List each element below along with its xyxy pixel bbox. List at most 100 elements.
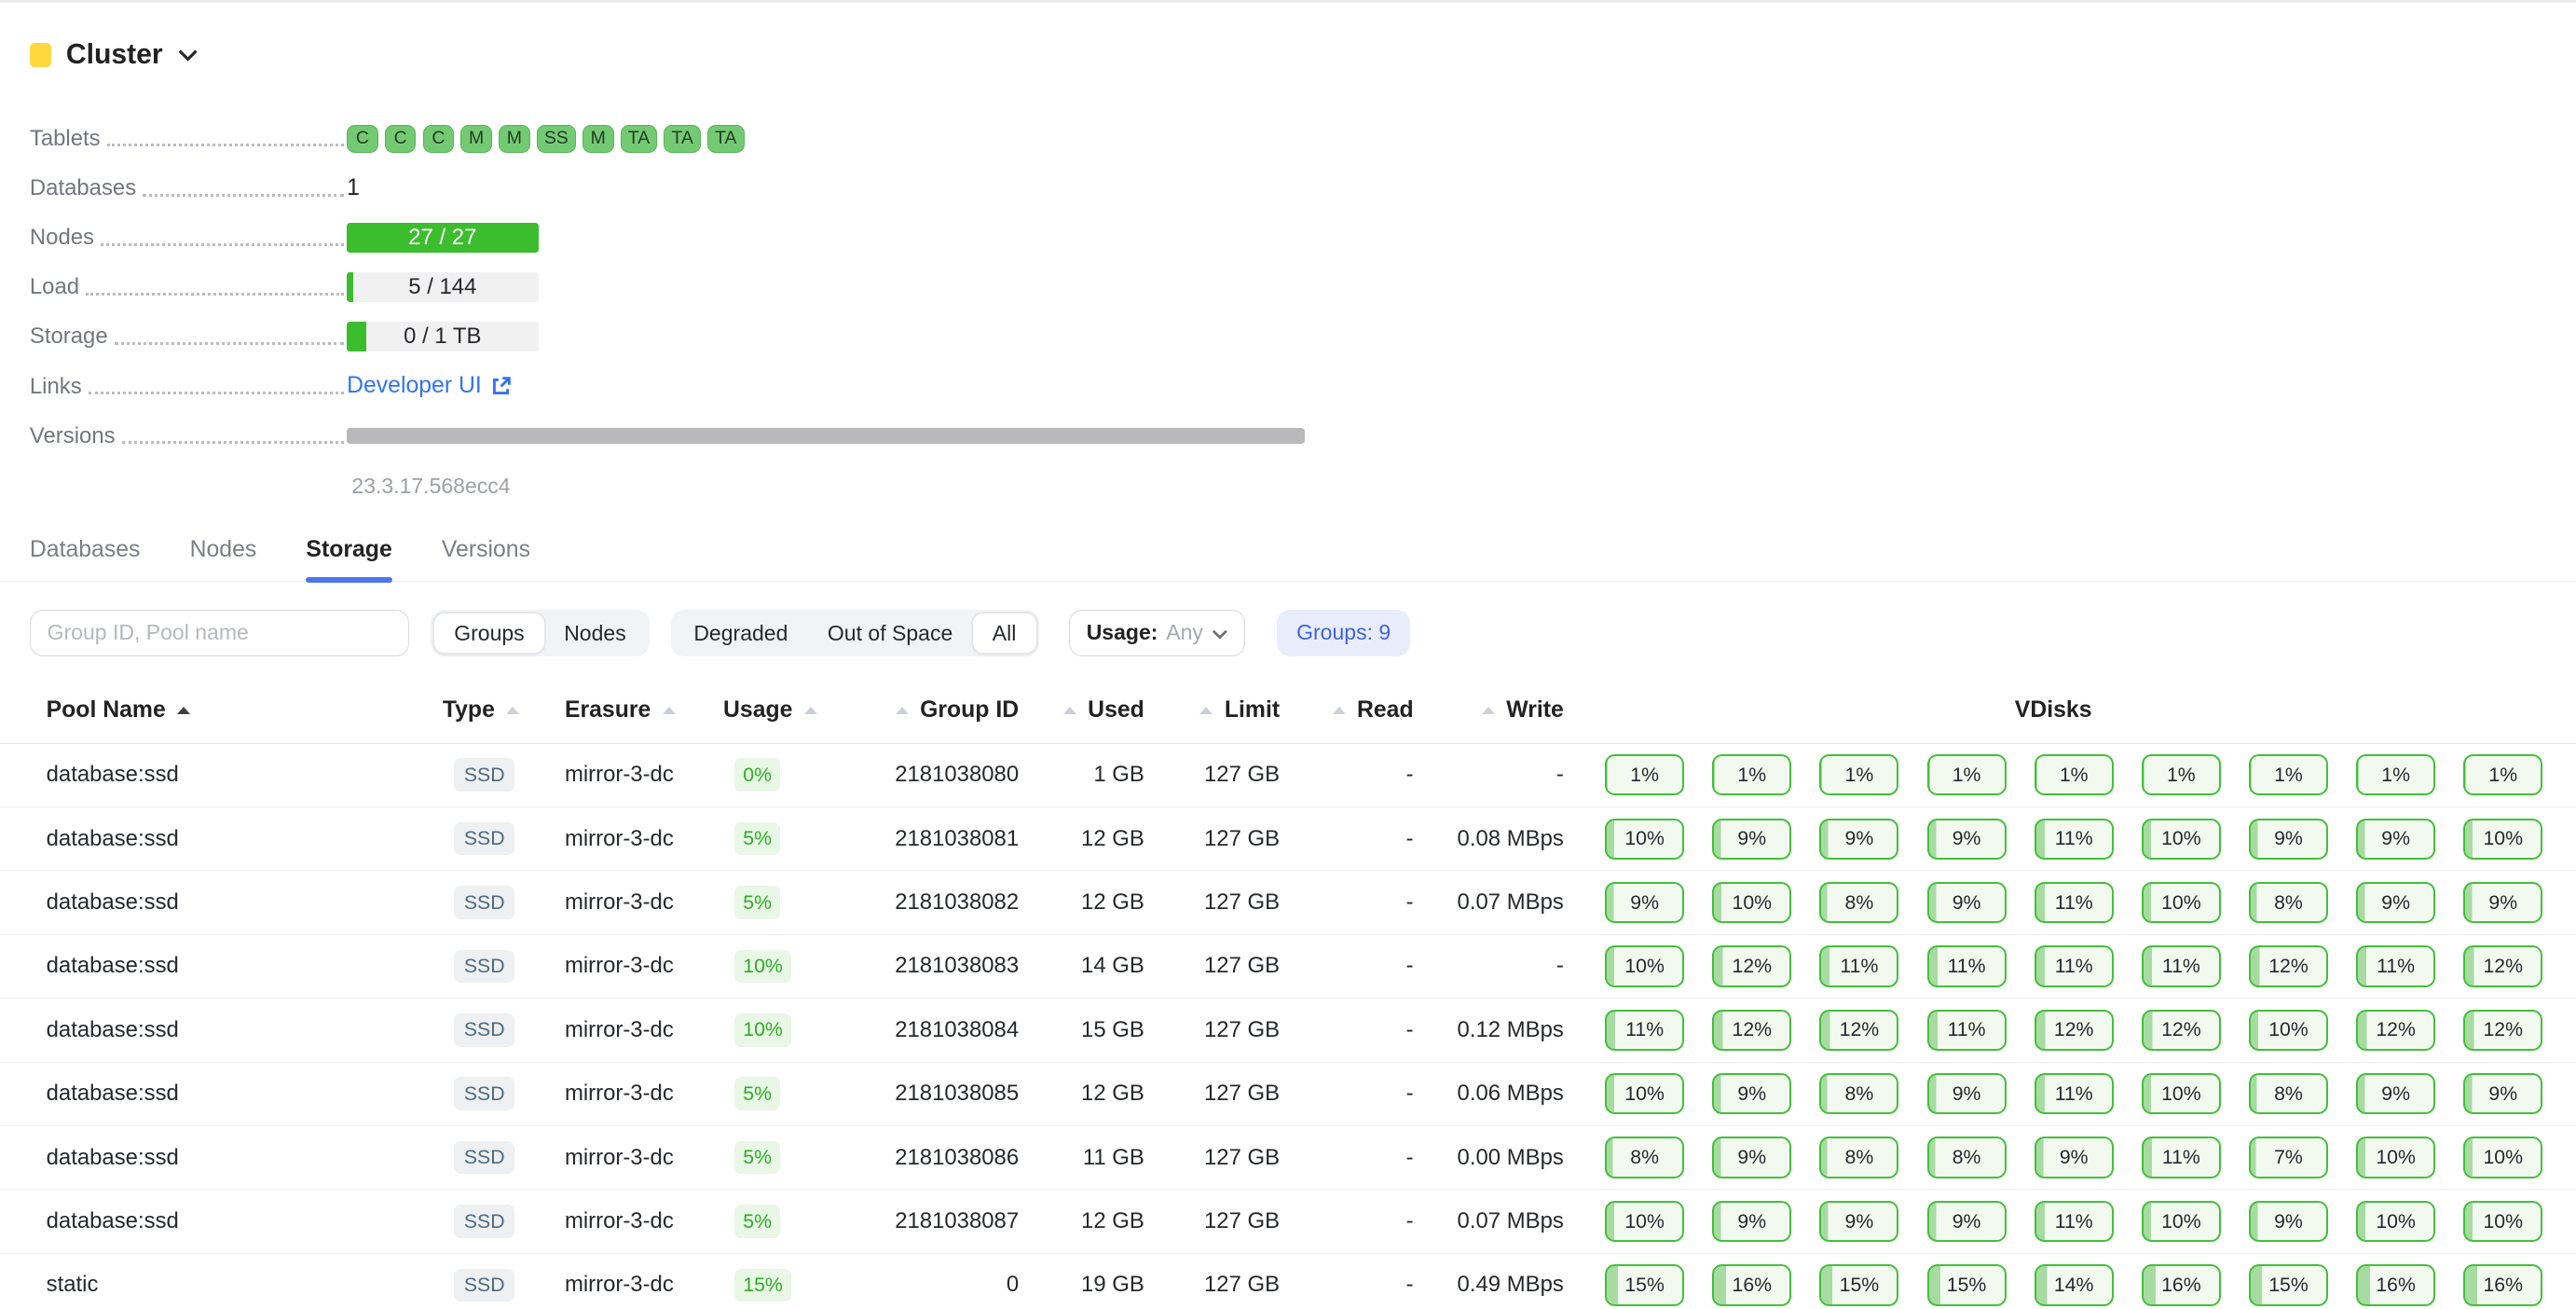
vdisk-badge[interactable]: 10%	[2249, 1010, 2328, 1051]
vdisk-badge[interactable]: 1%	[1819, 754, 1898, 795]
search-input[interactable]	[30, 610, 410, 656]
vdisk-badge[interactable]: 10%	[1605, 1201, 1684, 1242]
vdisk-badge[interactable]: 8%	[1819, 1073, 1898, 1114]
vdisk-badge[interactable]: 10%	[1712, 882, 1791, 923]
vdisk-badge[interactable]: 11%	[1927, 1010, 2007, 1051]
vdisk-badge[interactable]: 1%	[1605, 754, 1684, 795]
column-header-read[interactable]: Read	[1280, 697, 1414, 723]
vdisk-badge[interactable]: 9%	[2249, 1201, 2328, 1242]
vdisk-badge[interactable]: 10%	[2142, 882, 2221, 923]
vdisk-badge[interactable]: 9%	[1819, 1201, 1898, 1242]
filter-out-of-space[interactable]: Out of Space	[808, 613, 973, 654]
vdisk-badge[interactable]: 11%	[2035, 945, 2114, 986]
vdisk-badge[interactable]: 10%	[2142, 1073, 2221, 1114]
vdisk-badge[interactable]: 10%	[2142, 1201, 2221, 1242]
vdisk-badge[interactable]: 7%	[2249, 1137, 2328, 1178]
vdisk-badge[interactable]: 16%	[1712, 1264, 1791, 1305]
vdisk-badge[interactable]: 10%	[2463, 1137, 2542, 1178]
column-header-group-id[interactable]: Group ID	[867, 697, 1019, 723]
tab-versions[interactable]: Versions	[442, 537, 530, 581]
vdisk-badge[interactable]: 12%	[2249, 945, 2328, 986]
vdisk-badge[interactable]: 9%	[2463, 882, 2542, 923]
vdisk-badge[interactable]: 15%	[1819, 1264, 1898, 1305]
vdisk-badge[interactable]: 10%	[2463, 819, 2542, 860]
vdisk-badge[interactable]: 16%	[2356, 1264, 2435, 1305]
tablet-badge-ta[interactable]: TA	[664, 125, 701, 153]
vdisk-badge[interactable]: 11%	[2356, 945, 2435, 986]
filter-all[interactable]: All	[973, 613, 1036, 654]
tab-storage[interactable]: Storage	[306, 537, 391, 581]
vdisk-badge[interactable]: 16%	[2142, 1264, 2221, 1305]
vdisk-badge[interactable]: 9%	[1819, 819, 1898, 860]
vdisk-badge[interactable]: 11%	[2035, 882, 2114, 923]
tablet-badge-c[interactable]: C	[423, 125, 455, 153]
vdisk-badge[interactable]: 9%	[1712, 1073, 1791, 1114]
vdisk-badge[interactable]: 1%	[2356, 754, 2435, 795]
usage-filter-select[interactable]: Usage: Any	[1069, 610, 1245, 656]
vdisk-badge[interactable]: 11%	[1605, 1010, 1684, 1051]
vdisk-badge[interactable]: 15%	[2249, 1264, 2328, 1305]
tablet-badge-c[interactable]: C	[385, 125, 417, 153]
vdisk-badge[interactable]: 9%	[2035, 1137, 2114, 1178]
toggle-nodes[interactable]: Nodes	[544, 613, 646, 654]
column-header-usage[interactable]: Usage	[723, 697, 867, 723]
vdisk-badge[interactable]: 8%	[1927, 1137, 2007, 1178]
column-header-pool-name[interactable]: Pool Name	[47, 697, 443, 723]
vdisk-badge[interactable]: 9%	[1927, 882, 2007, 923]
vdisk-badge[interactable]: 9%	[1605, 882, 1684, 923]
vdisk-badge[interactable]: 9%	[2249, 819, 2328, 860]
vdisk-badge[interactable]: 10%	[2142, 819, 2221, 860]
vdisk-badge[interactable]: 10%	[1605, 945, 1684, 986]
vdisk-badge[interactable]: 11%	[2142, 945, 2221, 986]
vdisk-badge[interactable]: 10%	[1605, 1073, 1684, 1114]
vdisk-badge[interactable]: 1%	[1927, 754, 2007, 795]
vdisk-badge[interactable]: 1%	[2249, 754, 2328, 795]
tablet-badge-m[interactable]: M	[460, 125, 492, 153]
vdisk-badge[interactable]: 12%	[2463, 945, 2542, 986]
vdisk-badge[interactable]: 8%	[1819, 882, 1898, 923]
vdisk-badge[interactable]: 9%	[1712, 1201, 1791, 1242]
vdisk-badge[interactable]: 11%	[2035, 1073, 2114, 1114]
column-header-type[interactable]: Type	[443, 697, 565, 723]
vdisk-badge[interactable]: 9%	[1927, 1073, 2007, 1114]
vdisk-badge[interactable]: 12%	[1712, 945, 1791, 986]
column-header-write[interactable]: Write	[1414, 697, 1564, 723]
vdisk-badge[interactable]: 9%	[1712, 819, 1791, 860]
vdisk-badge[interactable]: 10%	[2356, 1137, 2435, 1178]
toggle-groups[interactable]: Groups	[434, 613, 544, 654]
tablet-badge-ta[interactable]: TA	[707, 125, 745, 153]
cluster-header[interactable]: Cluster	[0, 3, 2576, 71]
vdisk-badge[interactable]: 11%	[1819, 945, 1898, 986]
column-header-limit[interactable]: Limit	[1144, 697, 1280, 723]
vdisk-badge[interactable]: 8%	[1819, 1137, 1898, 1178]
vdisk-badge[interactable]: 9%	[2356, 819, 2435, 860]
vdisk-badge[interactable]: 9%	[1927, 819, 2007, 860]
vdisk-badge[interactable]: 9%	[1712, 1137, 1791, 1178]
vdisk-badge[interactable]: 9%	[2356, 882, 2435, 923]
vdisk-badge[interactable]: 15%	[1605, 1264, 1684, 1305]
vdisk-badge[interactable]: 12%	[2356, 1010, 2435, 1051]
column-header-used[interactable]: Used	[1019, 697, 1144, 723]
vdisk-badge[interactable]: 1%	[2035, 754, 2114, 795]
vdisk-badge[interactable]: 11%	[1927, 945, 2007, 986]
vdisk-badge[interactable]: 9%	[2463, 1073, 2542, 1114]
vdisk-badge[interactable]: 15%	[1927, 1264, 2007, 1305]
vdisk-badge[interactable]: 8%	[2249, 1073, 2328, 1114]
tab-databases[interactable]: Databases	[30, 537, 141, 581]
vdisk-badge[interactable]: 14%	[2035, 1264, 2114, 1305]
vdisk-badge[interactable]: 1%	[1712, 754, 1791, 795]
developer-ui-link[interactable]: Developer UI	[347, 373, 512, 399]
vdisk-badge[interactable]: 11%	[2142, 1137, 2221, 1178]
tablet-badge-ss[interactable]: SS	[537, 125, 576, 153]
tablet-badge-ta[interactable]: TA	[621, 125, 658, 153]
vdisk-badge[interactable]: 9%	[1927, 1201, 2007, 1242]
tab-nodes[interactable]: Nodes	[190, 537, 257, 581]
tablet-badge-m[interactable]: M	[582, 125, 614, 153]
tablet-badge-c[interactable]: C	[347, 125, 378, 153]
vdisk-badge[interactable]: 8%	[2249, 882, 2328, 923]
vdisk-badge[interactable]: 12%	[2463, 1010, 2542, 1051]
tablet-badge-m[interactable]: M	[499, 125, 530, 153]
vdisk-badge[interactable]: 10%	[2463, 1201, 2542, 1242]
filter-degraded[interactable]: Degraded	[674, 613, 808, 654]
vdisk-badge[interactable]: 12%	[2035, 1010, 2114, 1051]
